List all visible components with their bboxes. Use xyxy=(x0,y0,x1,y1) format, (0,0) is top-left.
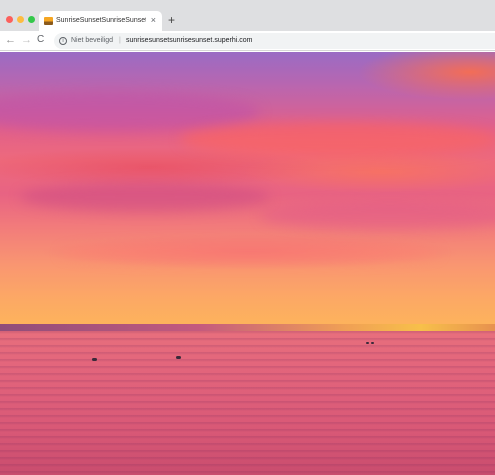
surfer xyxy=(92,358,97,361)
surfer xyxy=(366,342,369,344)
surfer xyxy=(176,356,181,359)
cloud xyxy=(20,182,270,212)
page-content xyxy=(0,52,495,475)
surfer xyxy=(371,342,374,344)
browser-window: SunriseSunsetSunriseSunset - SuperHi × +… xyxy=(0,0,495,475)
sunset-sky xyxy=(0,52,495,325)
address-bar[interactable]: i Niet beveiligd | sunrisesunsetsunrises… xyxy=(54,33,495,49)
tab-strip: SunriseSunsetSunriseSunset - SuperHi × + xyxy=(0,0,495,31)
window-maximize-button[interactable] xyxy=(28,16,35,23)
reload-button[interactable]: C xyxy=(37,33,44,47)
security-label: Niet beveiligd xyxy=(71,37,114,44)
browser-toolbar: ← → C i Niet beveiligd | sunrisesunsetsu… xyxy=(0,31,495,51)
tab-close-icon[interactable]: × xyxy=(151,15,156,25)
horizon-line xyxy=(0,324,495,331)
window-close-button[interactable] xyxy=(6,16,13,23)
cloud xyxy=(60,242,440,264)
tab-title: SunriseSunsetSunriseSunset - SuperHi xyxy=(56,17,146,24)
new-tab-button[interactable]: + xyxy=(168,14,175,26)
cloud xyxy=(260,202,495,230)
address-separator: | xyxy=(119,37,121,44)
back-button[interactable]: ← xyxy=(5,33,16,47)
info-icon[interactable]: i xyxy=(59,37,67,45)
favicon-icon xyxy=(44,17,53,25)
forward-button[interactable]: → xyxy=(21,33,32,47)
tab-active[interactable]: SunriseSunsetSunriseSunset - SuperHi × xyxy=(39,11,162,31)
url-text[interactable]: sunrisesunsetsunrisesunset.superhi.com xyxy=(126,36,252,46)
cloud xyxy=(180,122,495,157)
window-minimize-button[interactable] xyxy=(17,16,24,23)
cloud xyxy=(0,92,260,132)
sea xyxy=(0,331,495,475)
